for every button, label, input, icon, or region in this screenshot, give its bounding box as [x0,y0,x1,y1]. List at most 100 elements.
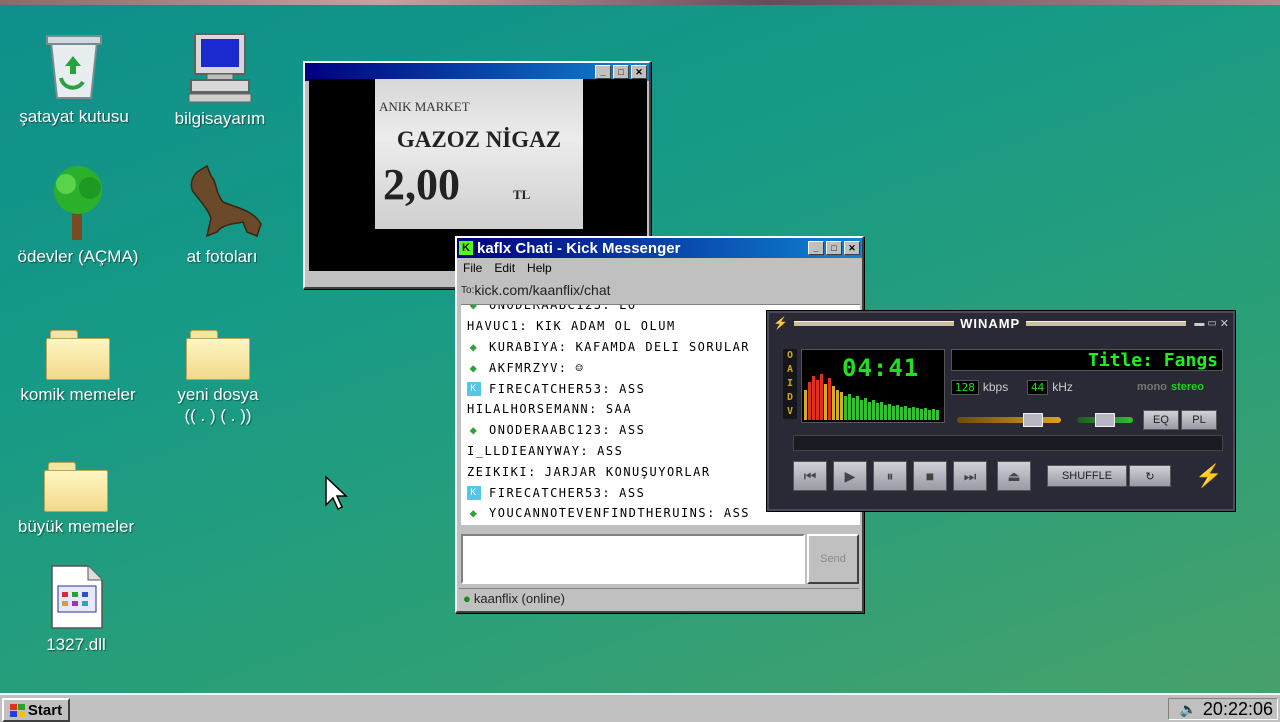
close-button[interactable]: ✕ [844,241,860,255]
menu-help[interactable]: Help [527,261,552,275]
clutterbar-letter[interactable]: I [783,377,797,391]
recycle-bin-icon [4,22,144,102]
clutterbar-letter[interactable]: A [783,363,797,377]
desktop-icon-at-fotolari[interactable]: at fotoları [152,162,292,267]
horse-icon [152,162,292,242]
send-button[interactable]: Send [807,534,859,584]
winamp-samplerate: 44 kHz [1027,379,1073,395]
winamp-clutterbar[interactable]: OAIDV [783,349,797,419]
folder-icon [44,462,108,512]
chat-username[interactable]: I_LLDIEANYWAY: [467,444,589,458]
chat-text: JARJAR KONUŞUYORLAR [544,464,711,479]
tree-icon [8,162,148,242]
winamp-eject-button[interactable]: ⏏ [997,461,1031,491]
winamp-repeat-button[interactable]: ↻ [1129,465,1171,487]
winamp-logo-icon: ⚡ [773,316,788,330]
folder-icon [46,330,110,380]
desktop-icon-komik-memeler[interactable]: komik memeler [8,300,148,405]
winamp-shuffle-button[interactable]: SHUFFLE [1047,465,1127,487]
winamp-minimize-button[interactable]: ▬ [1194,318,1204,329]
next-icon: ⏭ [963,467,977,484]
subscriber-badge-icon: ◆ [469,339,479,354]
winamp-player[interactable]: ⚡ WINAMP ▬ ▭ ✕ OAIDV 04:41 Title: Fangs … [766,310,1236,512]
chat-text: ASS [723,506,751,521]
volume-knob[interactable] [1023,413,1043,427]
desktop-icon-yeni-dosya[interactable]: yeni dosya (( . ) ( . )) [148,300,288,426]
menu-file[interactable]: File [463,261,482,275]
chat-username[interactable]: HAVUC1: [467,319,528,333]
folder-icon [186,330,250,380]
winamp-playlist-button[interactable]: PL [1181,410,1217,430]
winamp-shade-button[interactable]: ▭ [1207,318,1216,329]
close-button[interactable]: ✕ [631,65,647,79]
winamp-play-button[interactable]: ▶ [833,461,867,491]
chat-window-titlebar[interactable]: K kaflx Chati - Kick Messenger _ □ ✕ [457,238,862,258]
maximize-button[interactable]: □ [613,65,629,79]
spectrum-bar [860,400,863,420]
chat-text: ☺ [575,360,585,375]
chat-username[interactable]: HILALHORSEMANN: [467,402,598,416]
speaker-icon[interactable]: 🔈 [1179,701,1196,718]
maximize-button[interactable]: □ [826,241,842,255]
subscriber-badge-icon: ◆ [469,360,479,375]
winamp-volume-slider[interactable] [957,413,1061,427]
minimize-button[interactable]: _ [808,241,824,255]
wallpaper-top-strip [0,0,1280,5]
chat-text: ASS [619,485,646,500]
status-text: kaanflix (online) [473,590,565,606]
chat-username[interactable]: FIRECATCHER53: [489,382,611,396]
spectrum-bar [868,402,871,420]
spectrum-bar [840,392,843,420]
clutterbar-letter[interactable]: V [783,405,797,419]
winamp-seek-bar[interactable] [793,435,1223,451]
winamp-titlebar[interactable]: ⚡ WINAMP ▬ ▭ ✕ [773,315,1229,331]
chat-text: KAFAMDA DELI SORULAR [575,339,751,354]
chat-username[interactable]: KURABIYA: [489,340,568,354]
spectrum-bar [892,406,895,420]
winamp-pause-button[interactable]: ⏸ [873,461,907,491]
winamp-stop-button[interactable]: ■ [913,461,947,491]
chat-username[interactable]: YOUCANNOTEVENFINDTHERUINS: [489,506,716,520]
chat-username[interactable]: FIRECATCHER53: [489,486,611,500]
chat-text: ASS [619,423,646,438]
start-button[interactable]: Start [2,698,70,722]
winamp-close-button[interactable]: ✕ [1220,317,1229,330]
spectrum-bar [804,390,807,420]
chat-text: KIK ADAM OL OLUM [536,319,676,334]
spectrum-bar [836,390,839,420]
winamp-balance-slider[interactable] [1077,413,1133,427]
spectrum-bar [844,396,847,420]
windows-logo-icon [9,703,25,717]
address-text: kick.com/kaanflix/chat [474,282,611,298]
spectrum-bar [808,382,811,420]
desktop-icon-1327-dll[interactable]: 1327.dll [6,550,146,655]
spectrum-bar [880,402,883,420]
chat-username[interactable]: ZEIKIKI: [467,465,537,479]
spectrum-bar [864,398,867,420]
message-input[interactable] [461,534,805,584]
desktop-icon-buyuk-memeler[interactable]: büyük memeler [6,432,146,537]
desktop-icon-my-computer[interactable]: bilgisayarım [150,24,290,129]
clutterbar-letter[interactable]: O [783,349,797,363]
status-bar: ● kaanflix (online) [459,588,859,607]
balance-knob[interactable] [1095,413,1115,427]
winamp-previous-button[interactable]: ⏮ [793,461,827,491]
winamp-eq-button[interactable]: EQ [1143,410,1179,430]
clutterbar-letter[interactable]: D [783,391,797,405]
minimize-button[interactable]: _ [595,65,611,79]
menu-edit[interactable]: Edit [494,261,515,275]
address-bar[interactable]: To: kick.com/kaanflix/chat [459,281,860,299]
chat-username[interactable]: ONODERAABC123: [489,305,611,312]
chat-username[interactable]: ONODERAABC123: [489,423,611,437]
kick-logo-icon: K [459,241,473,255]
chat-text: ASS [619,381,646,396]
chat-username[interactable]: AKFMRZYV: [489,361,568,375]
spectrum-bar [884,405,887,420]
address-prefix: To: [461,284,475,296]
winamp-lightning-icon[interactable]: ⚡ [1195,463,1222,489]
winamp-next-button[interactable]: ⏭ [953,461,987,491]
desktop-icon-recycle-bin[interactable]: şatayat kutusu [4,22,144,127]
play-icon: ▶ [844,467,856,484]
clock[interactable]: 20:22:06 [1203,699,1273,720]
desktop-icon-odevler[interactable]: ödevler (AÇMA) [8,162,148,267]
